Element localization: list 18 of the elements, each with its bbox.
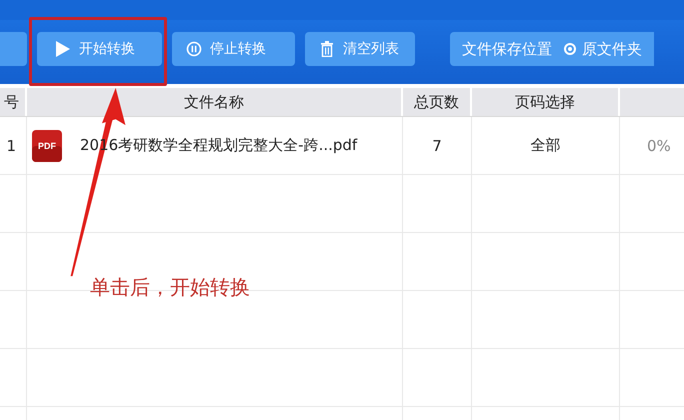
pause-icon xyxy=(186,41,202,57)
table-cell: 0% xyxy=(620,117,684,174)
column-header: 总页数 xyxy=(403,88,472,116)
annotation-text: 单击后，开始转换 xyxy=(90,274,250,301)
stop-button[interactable]: 停止转换 xyxy=(172,32,295,66)
play-icon xyxy=(55,41,71,57)
table-cell: 1 xyxy=(0,117,27,174)
table-cell: 7 xyxy=(403,117,472,174)
radio-button[interactable] xyxy=(564,43,576,55)
save-location-label: 文件保存位置 xyxy=(462,40,552,58)
clear-button[interactable]: 清空列表 xyxy=(305,32,415,66)
pdf-file-icon: PDF xyxy=(32,130,62,162)
radio-option[interactable]: 原文件夹 xyxy=(564,40,642,58)
column-header: 号 xyxy=(0,88,27,116)
table-cell: 全部 xyxy=(472,117,620,174)
trash-icon xyxy=(319,41,335,57)
start-button[interactable]: 开始转换 xyxy=(37,32,162,66)
column-header: 页码选择 xyxy=(472,88,620,116)
